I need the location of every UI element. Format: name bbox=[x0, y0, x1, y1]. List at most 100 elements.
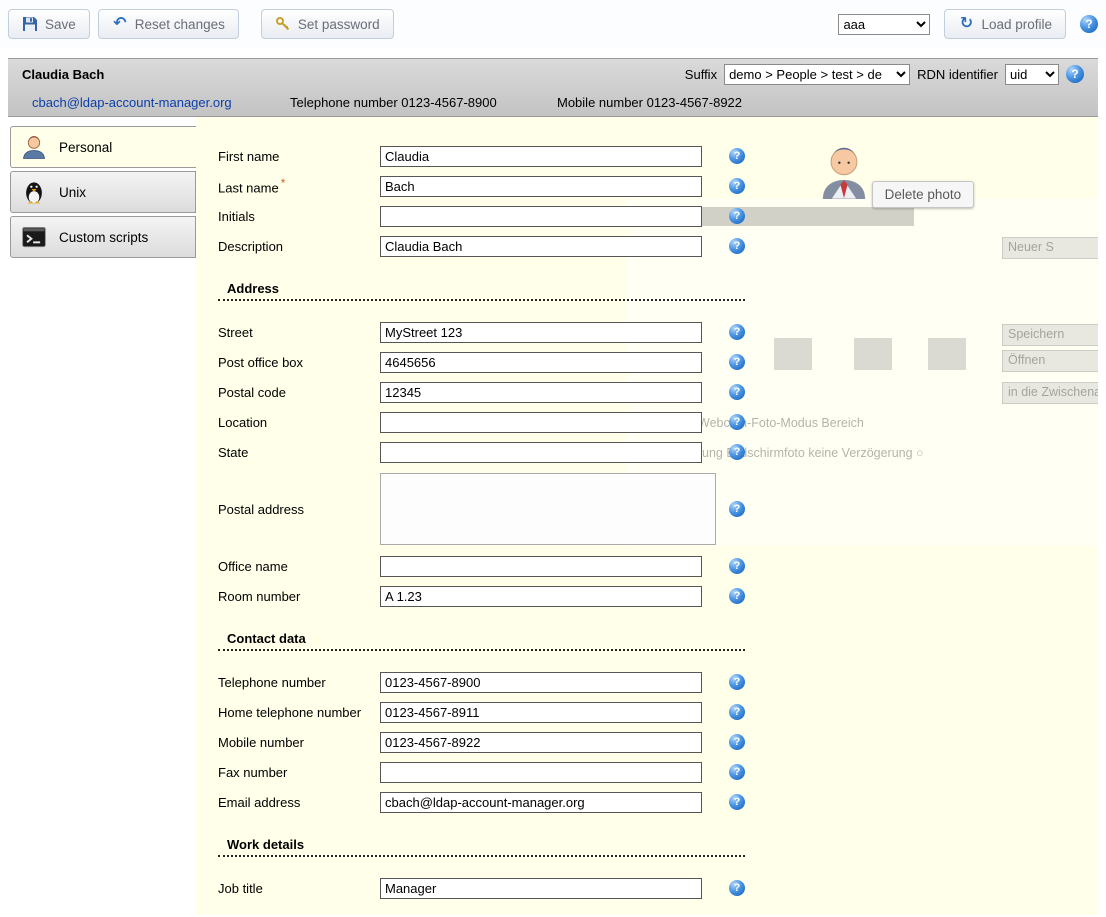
terminal-icon bbox=[19, 222, 49, 252]
form-row-mobile: Mobile number ? bbox=[218, 727, 1098, 757]
form-row-location: Location ? bbox=[218, 407, 1098, 437]
help-icon[interactable]: ? bbox=[729, 414, 745, 430]
toolbar-help-icon[interactable]: ? bbox=[1080, 15, 1098, 33]
content-area: Personal Unix bbox=[8, 117, 1098, 915]
help-icon[interactable]: ? bbox=[729, 444, 745, 460]
help-icon[interactable]: ? bbox=[729, 588, 745, 604]
mobile-input[interactable] bbox=[380, 732, 702, 753]
telephone-label: Telephone number bbox=[218, 675, 380, 690]
help-icon[interactable]: ? bbox=[729, 238, 745, 254]
lam-account-edit-page: Save ↶ Reset changes Set password aaa ↻ … bbox=[0, 0, 1106, 917]
tab-personal-label: Personal bbox=[59, 140, 112, 155]
profile-select[interactable]: aaa bbox=[838, 14, 930, 35]
form-row-po-box: Post office box ? bbox=[218, 347, 1098, 377]
section-header-address: Address bbox=[218, 281, 745, 301]
form-row-room-number: Room number ? bbox=[218, 581, 1098, 611]
header-help-icon[interactable]: ? bbox=[1066, 65, 1084, 83]
home-telephone-input[interactable] bbox=[380, 702, 702, 723]
help-icon[interactable]: ? bbox=[729, 384, 745, 400]
rdn-select[interactable]: uid bbox=[1005, 64, 1059, 85]
home-telephone-label: Home telephone number bbox=[218, 705, 380, 720]
tab-custom-scripts-label: Custom scripts bbox=[59, 230, 148, 245]
rdn-identifier-label: RDN identifier bbox=[917, 67, 998, 82]
form-row-office-name: Office name ? bbox=[218, 551, 1098, 581]
help-icon[interactable]: ? bbox=[729, 558, 745, 574]
state-label: State bbox=[218, 445, 380, 460]
help-icon[interactable]: ? bbox=[729, 178, 745, 194]
load-profile-button[interactable]: ↻ Load profile bbox=[944, 9, 1066, 39]
location-input[interactable] bbox=[380, 412, 702, 433]
form-row-fax: Fax number ? bbox=[218, 757, 1098, 787]
section-header-work-details: Work details bbox=[218, 837, 745, 857]
last-name-label-text: Last name bbox=[218, 181, 279, 196]
section-header-contact-data: Contact data bbox=[218, 631, 745, 651]
save-floppy-icon bbox=[22, 16, 38, 32]
postal-code-input[interactable] bbox=[380, 382, 702, 403]
help-icon[interactable]: ? bbox=[729, 880, 745, 896]
street-input[interactable] bbox=[380, 322, 702, 343]
last-name-label: Last name* bbox=[218, 176, 380, 195]
office-name-input[interactable] bbox=[380, 556, 702, 577]
account-header-row2: cbach@ldap-account-manager.org Telephone… bbox=[8, 89, 1098, 116]
help-icon[interactable]: ? bbox=[729, 501, 745, 517]
tab-unix[interactable]: Unix bbox=[10, 171, 196, 213]
room-number-input[interactable] bbox=[380, 586, 702, 607]
personal-form: Neuer S Speichern Öffnen in die Zwischen… bbox=[196, 117, 1098, 915]
toolbar: Save ↶ Reset changes Set password aaa ↻ … bbox=[0, 0, 1106, 48]
account-telephone-text: Telephone number 0123-4567-8900 bbox=[290, 95, 557, 110]
job-title-input[interactable] bbox=[380, 878, 702, 899]
form-row-state: State ? bbox=[218, 437, 1098, 467]
help-icon[interactable]: ? bbox=[729, 794, 745, 810]
user-photo bbox=[820, 139, 868, 199]
form-row-postal-code: Postal code ? bbox=[218, 377, 1098, 407]
account-mobile-text: Mobile number 0123-4567-8922 bbox=[557, 95, 742, 110]
account-header: Claudia Bach Suffix demo > People > test… bbox=[8, 58, 1098, 117]
person-icon bbox=[19, 132, 49, 162]
street-label: Street bbox=[218, 325, 380, 340]
state-input[interactable] bbox=[380, 442, 702, 463]
delete-photo-button[interactable]: Delete photo bbox=[872, 181, 975, 208]
first-name-input[interactable] bbox=[380, 146, 702, 167]
save-button[interactable]: Save bbox=[8, 9, 90, 39]
help-icon[interactable]: ? bbox=[729, 148, 745, 164]
fax-input[interactable] bbox=[380, 762, 702, 783]
account-header-row1: Claudia Bach Suffix demo > People > test… bbox=[8, 59, 1098, 89]
initials-input[interactable] bbox=[380, 206, 702, 227]
po-box-label: Post office box bbox=[218, 355, 380, 370]
tab-personal[interactable]: Personal bbox=[10, 126, 196, 168]
room-number-label: Room number bbox=[218, 589, 380, 604]
telephone-input[interactable] bbox=[380, 672, 702, 693]
help-icon[interactable]: ? bbox=[729, 674, 745, 690]
account-email-link[interactable]: cbach@ldap-account-manager.org bbox=[32, 95, 290, 110]
help-icon[interactable]: ? bbox=[729, 704, 745, 720]
required-asterisk: * bbox=[281, 176, 286, 190]
help-icon[interactable]: ? bbox=[729, 324, 745, 340]
save-button-label: Save bbox=[45, 17, 76, 32]
postal-code-label: Postal code bbox=[218, 385, 380, 400]
set-password-button[interactable]: Set password bbox=[261, 9, 394, 39]
reset-changes-label: Reset changes bbox=[135, 17, 225, 32]
help-icon[interactable]: ? bbox=[729, 354, 745, 370]
first-name-label: First name bbox=[218, 149, 380, 164]
suffix-rdn-group: Suffix demo > People > test > de RDN ide… bbox=[685, 64, 1084, 85]
suffix-select[interactable]: demo > People > test > de bbox=[724, 64, 910, 85]
last-name-input[interactable] bbox=[380, 176, 702, 197]
help-icon[interactable]: ? bbox=[729, 208, 745, 224]
reset-changes-button[interactable]: ↶ Reset changes bbox=[98, 9, 239, 39]
help-icon[interactable]: ? bbox=[729, 734, 745, 750]
form-row-street: Street ? bbox=[218, 317, 1098, 347]
set-password-label: Set password bbox=[298, 17, 380, 32]
suffix-label: Suffix bbox=[685, 67, 717, 82]
tux-penguin-icon bbox=[19, 177, 49, 207]
po-box-input[interactable] bbox=[380, 352, 702, 373]
module-sidebar: Personal Unix bbox=[8, 117, 196, 915]
description-input[interactable] bbox=[380, 236, 702, 257]
account-title: Claudia Bach bbox=[22, 67, 104, 82]
email-input[interactable] bbox=[380, 792, 702, 813]
email-label: Email address bbox=[218, 795, 380, 810]
postal-address-textarea[interactable] bbox=[380, 473, 716, 545]
refresh-icon: ↻ bbox=[958, 16, 974, 32]
undo-arrow-icon: ↶ bbox=[112, 16, 128, 32]
tab-custom-scripts[interactable]: Custom scripts bbox=[10, 216, 196, 258]
help-icon[interactable]: ? bbox=[729, 764, 745, 780]
